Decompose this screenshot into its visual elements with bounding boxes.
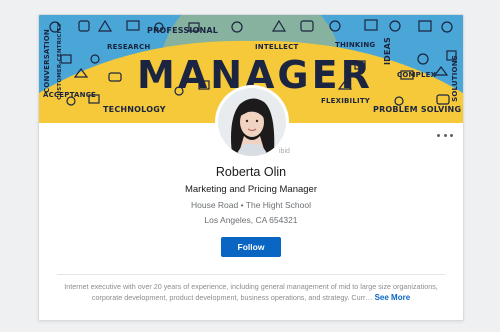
banner-word-research: RESEARCH	[107, 43, 151, 51]
profile-title: Marketing and Pricing Manager	[184, 184, 317, 195]
profile-location: Los Angeles, CA 654321	[204, 215, 298, 225]
banner-word-intellect: INTELLECT	[255, 43, 299, 51]
see-more-link[interactable]: See More	[375, 293, 411, 302]
profile-summary: Internet executive with over 20 years of…	[53, 281, 449, 303]
banner-word-technology: TECHNOLOGY	[103, 105, 166, 114]
banner-word-solutions: SOLUTIONS	[451, 55, 459, 102]
profile-avatar[interactable]	[215, 85, 289, 159]
banner-word-acceptance: ACCEPTANCE	[43, 91, 97, 99]
banner-word-problem-solving: PROBLEM SOLVING	[373, 105, 462, 114]
profile-name: Roberta Olin	[215, 165, 287, 179]
follow-button[interactable]: Follow	[221, 237, 281, 257]
divider	[57, 274, 445, 275]
banner-word-professional: PROFESSIONAL	[147, 26, 219, 35]
banner-word-thinking: THINKING	[335, 41, 376, 49]
photo-watermark: ibid	[279, 148, 290, 155]
banner-word-flexibility: FLEXIBILITY	[321, 97, 371, 105]
more-options-button[interactable]	[437, 131, 453, 139]
banner-word-conversation: CONVERSATION	[43, 29, 51, 94]
profile-organization: House Road • The Hight School	[190, 200, 311, 210]
banner-word-complex: COMPLEX	[397, 71, 437, 79]
banner-word-customer-centricity: CUSTOMER-CENTRICITY	[57, 23, 63, 100]
more-horizontal-icon	[437, 133, 440, 137]
profile-card: MANAGER PROFESSIONAL RESEARCH INTELLECT …	[38, 14, 464, 321]
banner-word-ideas: IDEAS	[383, 37, 392, 66]
profile-photo	[218, 88, 286, 156]
